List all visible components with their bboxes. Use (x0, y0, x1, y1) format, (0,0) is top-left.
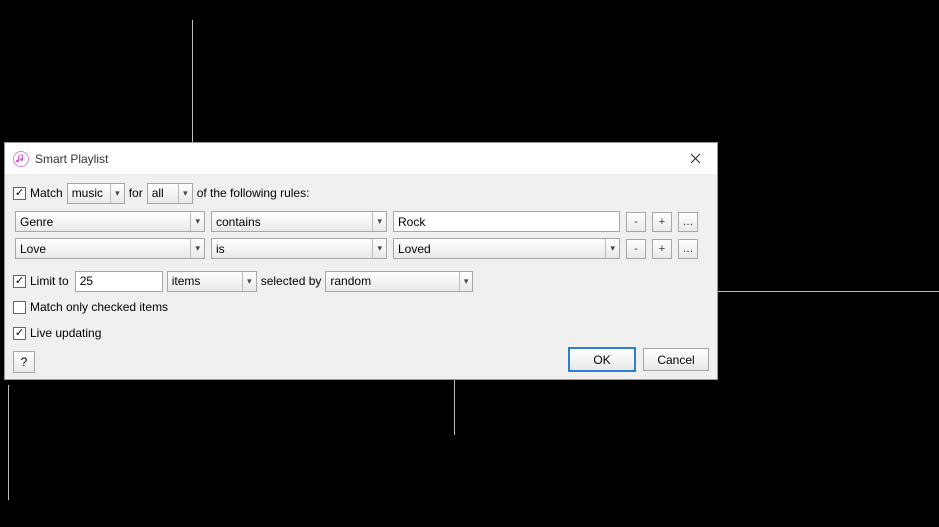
live-updating-label: Live updating (30, 326, 101, 340)
rule-remove-button[interactable]: - (626, 212, 646, 232)
live-updating-row: Live updating (13, 321, 709, 345)
chevron-down-icon: ▾ (372, 239, 382, 258)
rule-field-select[interactable]: Love ▾ (15, 238, 205, 259)
limit-count-value: 25 (80, 274, 93, 288)
limit-label: Limit to (30, 274, 69, 288)
itunes-icon (13, 151, 29, 167)
help-button[interactable]: ? (13, 351, 35, 373)
close-icon (690, 153, 701, 164)
match-scope-value: all (152, 186, 172, 200)
rule-nest-button[interactable]: … (678, 239, 698, 259)
chevron-down-icon: ▾ (242, 272, 252, 291)
rule-field-select[interactable]: Genre ▾ (15, 211, 205, 232)
help-icon: ? (21, 355, 28, 369)
match-for-label: for (129, 186, 143, 200)
limit-count-input[interactable]: 25 (75, 271, 163, 292)
match-checkbox[interactable] (13, 187, 26, 200)
match-checked-row: Match only checked items (13, 295, 709, 319)
button-bar: OK Cancel (569, 348, 709, 379)
titlebar: Smart Playlist (5, 143, 717, 175)
callout-line-left (8, 385, 9, 500)
rule-operator-select[interactable]: is ▾ (211, 238, 387, 259)
cancel-button[interactable]: Cancel (643, 348, 709, 371)
limit-method-select[interactable]: random ▾ (325, 271, 473, 292)
limit-unit-value: items (172, 274, 236, 288)
ok-button-label: OK (593, 353, 610, 367)
limit-checkbox[interactable] (13, 275, 26, 288)
rule-add-button[interactable]: + (652, 239, 672, 259)
rule-add-button[interactable]: + (652, 212, 672, 232)
match-tail-label: of the following rules: (197, 186, 310, 200)
rule-value-select[interactable]: Loved ▾ (393, 238, 620, 259)
match-media-select[interactable]: music ▾ (67, 183, 125, 204)
rule-row: Love ▾ is ▾ Loved ▾ - + … (15, 238, 707, 259)
chevron-down-icon: ▾ (178, 184, 188, 203)
rule-row: Genre ▾ contains ▾ Rock - + … (15, 211, 707, 232)
smart-playlist-dialog: Smart Playlist Match music ▾ for all ▾ o… (4, 142, 718, 380)
rule-operator-value: contains (216, 215, 366, 229)
dialog-content: Match music ▾ for all ▾ of the following… (5, 175, 717, 379)
rules-area: Genre ▾ contains ▾ Rock - + … Love ▾ (13, 207, 709, 269)
cancel-button-label: Cancel (657, 353, 694, 367)
rule-operator-select[interactable]: contains ▾ (211, 211, 387, 232)
rule-field-value: Love (20, 242, 184, 256)
match-scope-select[interactable]: all ▾ (147, 183, 193, 204)
rule-nest-button[interactable]: … (678, 212, 698, 232)
limit-unit-select[interactable]: items ▾ (167, 271, 257, 292)
limit-method-value: random (330, 274, 452, 288)
rule-field-value: Genre (20, 215, 184, 229)
window-title: Smart Playlist (35, 152, 681, 166)
rule-value-text: Rock (398, 215, 425, 229)
rule-remove-button[interactable]: - (626, 239, 646, 259)
limit-row: Limit to 25 items ▾ selected by random ▾ (13, 269, 709, 293)
match-media-value: music (72, 186, 104, 200)
limit-selectedby-label: selected by (261, 274, 322, 288)
match-label: Match (30, 186, 63, 200)
match-row: Match music ▾ for all ▾ of the following… (13, 181, 709, 205)
chevron-down-icon: ▾ (372, 212, 382, 231)
chevron-down-icon: ▾ (110, 184, 120, 203)
ok-button[interactable]: OK (569, 348, 635, 371)
match-checked-label: Match only checked items (30, 300, 168, 314)
chevron-down-icon: ▾ (190, 239, 200, 258)
chevron-down-icon: ▾ (190, 212, 200, 231)
rule-operator-value: is (216, 242, 366, 256)
chevron-down-icon: ▾ (605, 239, 615, 258)
rule-value-text: Loved (398, 242, 599, 256)
match-checked-checkbox[interactable] (13, 301, 26, 314)
live-updating-checkbox[interactable] (13, 327, 26, 340)
rule-value-input[interactable]: Rock (393, 211, 620, 232)
close-button[interactable] (681, 145, 709, 173)
chevron-down-icon: ▾ (459, 272, 469, 291)
